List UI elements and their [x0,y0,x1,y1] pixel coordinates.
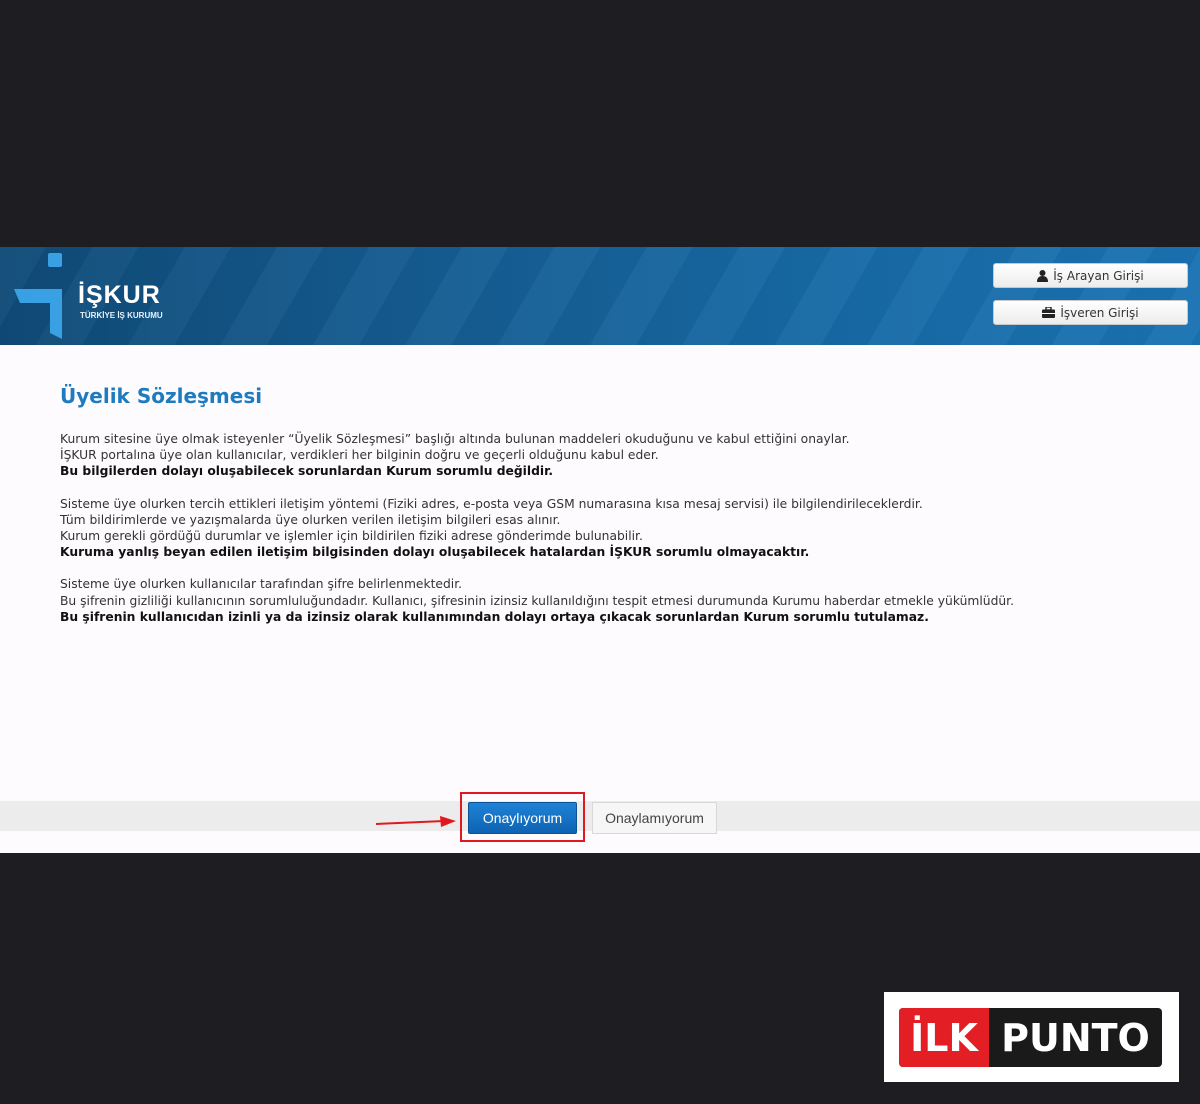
job-seeker-login-button[interactable]: İş Arayan Girişi [993,263,1188,288]
agreement-section: Sisteme üye olurken tercih ettikleri ile… [60,496,1160,561]
agreement-bold-line: Bu bilgilerden dolayı oluşabilecek sorun… [60,464,554,479]
briefcase-icon [1042,307,1056,318]
agreement-bold-line: Bu şifrenin kullanıcıdan izinli ya da iz… [60,609,929,624]
agreement-content: Üyelik Sözleşmesi Kurum sitesine üye olm… [60,382,1160,641]
employer-login-button[interactable]: İşveren Girişi [993,300,1188,325]
membership-page: İŞKUR TÜRKİYE İŞ KURUMU İş Arayan Girişi… [0,247,1200,853]
header-banner: İŞKUR TÜRKİYE İŞ KURUMU İş Arayan Girişi… [0,247,1200,345]
approve-button[interactable]: Onaylıyorum [468,802,577,834]
agreement-line: Bu şifrenin gizliliği kullanıcının sorum… [60,593,1014,608]
agreement-bold-line: Kuruma yanlış beyan edilen iletişim bilg… [60,545,810,560]
agreement-line: İŞKUR portalına üye olan kullanıcılar, v… [60,448,659,463]
watermark-right: PUNTO [1001,1015,1150,1060]
agreement-section: Sisteme üye olurken kullanıcılar tarafın… [60,576,1160,625]
user-icon [1037,269,1049,282]
watermark-badge: İLK PUNTO [899,1008,1162,1067]
agreement-line: Kurum sitesine üye olmak isteyenler “Üye… [60,432,850,446]
agreement-line: Sisteme üye olurken tercih ettikleri ile… [60,496,923,511]
agreement-section: Kurum sitesine üye olmak isteyenler “Üye… [60,431,1160,480]
page-title: Üyelik Sözleşmesi [60,384,263,408]
agreement-line: Kurum gerekli gördüğü durumlar ve işleml… [60,529,643,544]
reject-button[interactable]: Onaylamıyorum [592,802,717,834]
arrow-right-icon [375,816,456,827]
logo-title: İŞKUR [78,281,161,309]
agreement-line: Sisteme üye olurken kullanıcılar tarafın… [60,577,463,592]
agreement-line: Tüm bildirimlerde ve yazışmalarda üye ol… [60,512,561,527]
iskur-logo-icon [14,253,62,339]
employer-login-label: İşveren Girişi [1060,305,1139,320]
watermark-left: İLK [899,1008,989,1067]
watermark-logo: İLK PUNTO [884,992,1179,1082]
logo-subtitle: TÜRKİYE İŞ KURUMU [80,311,163,320]
job-seeker-login-label: İş Arayan Girişi [1053,268,1144,283]
